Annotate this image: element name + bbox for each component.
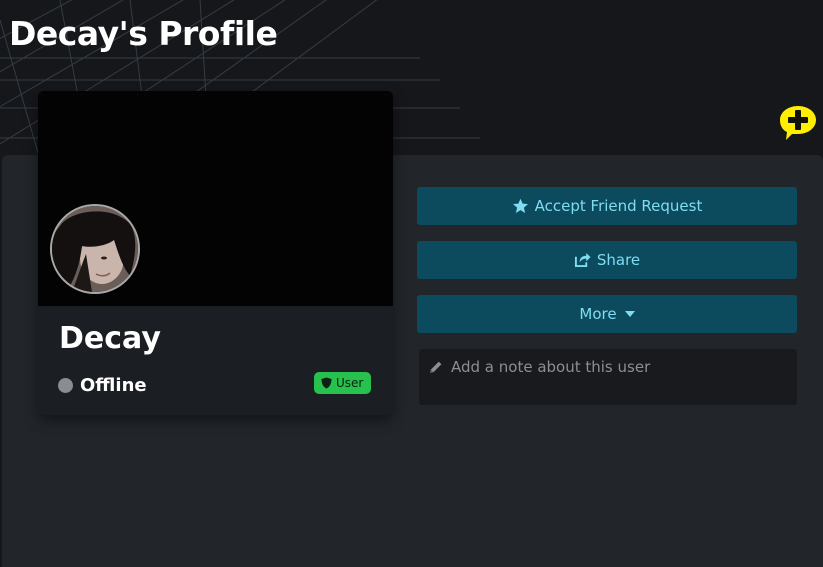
share-button[interactable]: Share [417, 241, 797, 279]
role-badge: User [314, 372, 372, 394]
share-icon [574, 252, 591, 268]
accept-friend-request-label: Accept Friend Request [534, 197, 703, 215]
share-label: Share [596, 251, 641, 269]
profile-card: Decay Offline User [38, 91, 393, 415]
role-badge-label: User [336, 376, 364, 390]
star-icon [512, 198, 529, 214]
profile-page: Decay's Profile Decay Offline User Accep… [0, 0, 823, 567]
status-text: Offline [80, 374, 147, 396]
page-title: Decay's Profile [9, 14, 278, 53]
note-field[interactable] [419, 349, 797, 405]
more-button[interactable]: More [417, 295, 797, 333]
note-input[interactable] [451, 355, 787, 379]
status-dot-icon [58, 377, 73, 393]
caret-down-icon [624, 311, 635, 317]
status-indicator: Offline [58, 373, 147, 397]
chat-plus-icon[interactable] [778, 104, 820, 142]
pencil-icon [429, 359, 443, 378]
more-label: More [579, 305, 617, 323]
avatar[interactable] [50, 204, 140, 294]
username: Decay [59, 321, 161, 356]
shield-icon [321, 377, 332, 389]
accept-friend-request-button[interactable]: Accept Friend Request [417, 187, 797, 225]
